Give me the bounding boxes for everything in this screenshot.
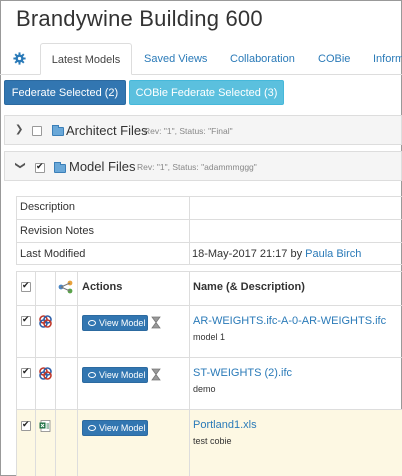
cobie-federate-selected-button[interactable]: COBie Federate Selected (3) <box>129 80 284 105</box>
select-all-checkbox[interactable] <box>21 280 31 292</box>
ifc-file-icon <box>39 367 52 380</box>
last-modified-date: 18-May-2017 21:17 by <box>192 248 306 260</box>
view-model-label: View Model <box>99 318 146 328</box>
row-divider <box>16 305 402 306</box>
col-divider <box>77 271 78 476</box>
row-divider <box>16 409 402 410</box>
view-model-button[interactable]: View Model <box>82 315 148 331</box>
ifc-file-icon <box>39 315 52 328</box>
folder-name: Model Files <box>69 159 136 174</box>
folder-checkbox[interactable] <box>32 126 42 136</box>
file-description: test cobie <box>193 436 232 446</box>
eye-icon <box>88 372 96 378</box>
row-divider <box>16 357 402 358</box>
details-row-revision-notes: Revision Notes <box>16 219 402 242</box>
eye-icon <box>88 425 96 431</box>
last-modified-label: Last Modified <box>20 248 86 260</box>
last-modified-value: 18-May-2017 21:17 by Paula Birch <box>192 248 361 260</box>
actions-header: Actions <box>82 281 123 293</box>
page-title: Brandywine Building 600 <box>16 6 263 31</box>
view-model-button[interactable]: View Model <box>82 420 148 436</box>
name-header[interactable]: Name (& Description) <box>193 281 305 293</box>
share-icon[interactable] <box>58 280 74 294</box>
file-name-link[interactable]: ST-WEIGHTS (2).ifc <box>193 367 292 379</box>
tab-bar: Latest Models Saved Views Collaboration … <box>0 43 402 75</box>
chevron-down-icon[interactable]: ❯ <box>15 161 26 169</box>
revision-notes-label: Revision Notes <box>20 225 94 237</box>
details-row-last-modified: Last Modified 18-May-2017 21:17 by Paula… <box>16 242 402 265</box>
view-model-button[interactable]: View Model <box>82 367 148 383</box>
tab-latest-models[interactable]: Latest Models <box>40 43 132 75</box>
last-modified-user-link[interactable]: Paula Birch <box>305 248 361 260</box>
file-name-link[interactable]: Portland1.xls <box>193 419 257 431</box>
folder-architect-files[interactable]: ❯ Architect Files Rev: "1", Status: "Fin… <box>4 115 402 145</box>
details-row-description: Description <box>16 196 402 219</box>
file-description: demo <box>193 384 216 394</box>
col-divider <box>189 271 190 476</box>
file-description: model 1 <box>193 332 226 342</box>
view-model-label: View Model <box>99 423 146 433</box>
folder-icon <box>54 162 66 173</box>
gear-icon[interactable] <box>13 52 26 65</box>
hourglass-icon <box>151 368 161 381</box>
folder-meta: Rev: "1", Status: "Final" <box>144 126 233 136</box>
federate-selected-button[interactable]: Federate Selected (2) <box>4 80 126 105</box>
chevron-right-icon[interactable]: ❯ <box>15 124 23 135</box>
row-checkbox[interactable] <box>21 366 31 378</box>
row-checkbox[interactable] <box>21 314 31 326</box>
file-name-link[interactable]: AR-WEIGHTS.ifc-A-0-AR-WEIGHTS.ifc <box>193 315 386 327</box>
tab-inform[interactable]: Inform <box>373 43 402 75</box>
eye-icon <box>88 320 96 326</box>
tab-cobie[interactable]: COBie <box>318 43 350 75</box>
tab-collaboration[interactable]: Collaboration <box>230 43 295 75</box>
view-model-label: View Model <box>99 370 146 380</box>
folder-checkbox[interactable] <box>35 161 45 173</box>
description-label: Description <box>20 201 76 213</box>
folder-model-files[interactable]: ❯ Model Files Rev: "1", Status: "adammmg… <box>4 151 402 181</box>
xls-file-icon <box>39 420 51 432</box>
row-checkbox[interactable] <box>21 419 31 431</box>
folder-meta: Rev: "1", Status: "adammmggg" <box>137 162 257 172</box>
hourglass-icon <box>151 316 161 329</box>
tab-saved-views[interactable]: Saved Views <box>144 43 207 75</box>
folder-icon <box>52 125 64 136</box>
folder-name: Architect Files <box>66 123 148 138</box>
col-divider <box>35 271 36 476</box>
col-divider <box>55 271 56 476</box>
